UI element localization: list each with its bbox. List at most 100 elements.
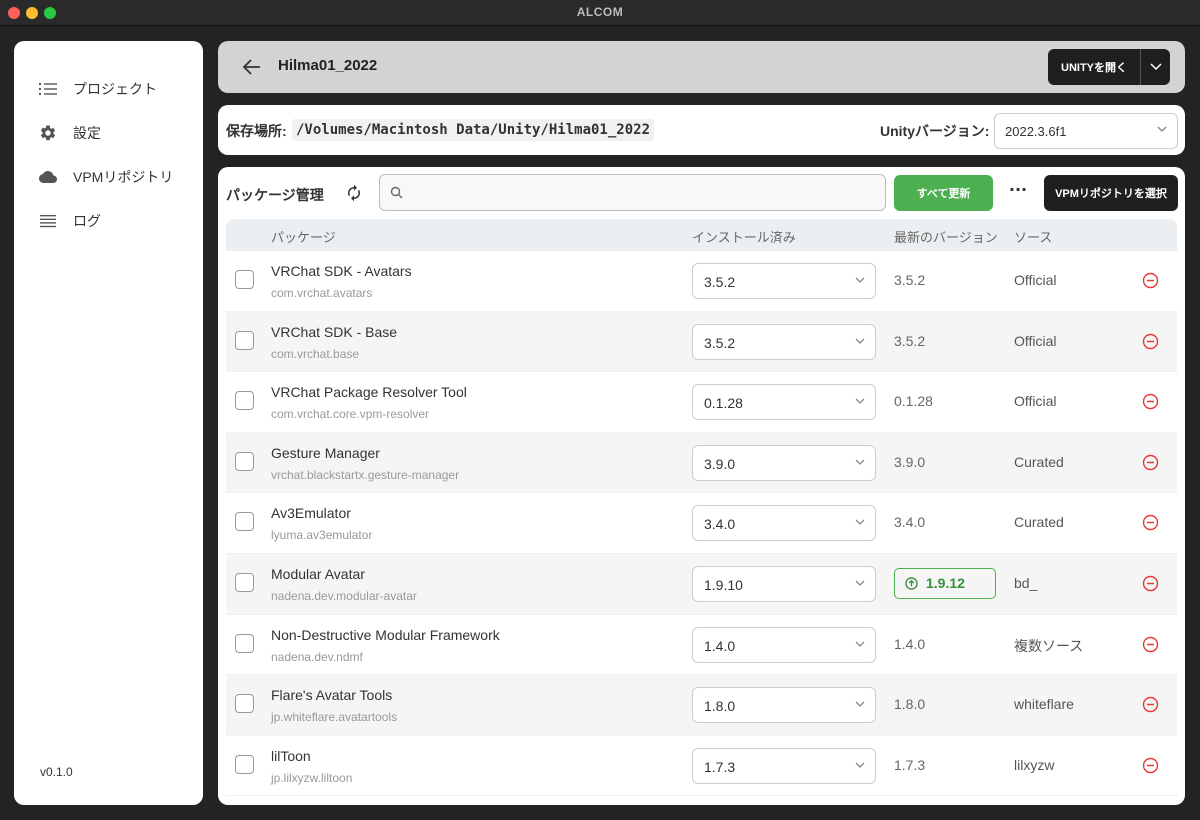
remove-package-button[interactable]: [1142, 696, 1159, 713]
package-source: Official: [1014, 393, 1057, 410]
installed-version: 3.4.0: [704, 516, 736, 533]
remove-circle-icon: [1142, 636, 1159, 652]
table-row: lilToon jp.lilxyzw.liltoon 1.7.3 1.7.3 lilxy…: [226, 736, 1177, 797]
sidebar-item-logs[interactable]: ログ: [38, 209, 101, 233]
package-source: Official: [1014, 272, 1057, 288]
package-id: com.vrchat.base: [271, 346, 360, 361]
open-unity-dropdown-button[interactable]: [1140, 49, 1170, 85]
remove-package-button[interactable]: [1142, 272, 1159, 289]
latest-version: 1.8.0: [894, 696, 926, 713]
chevron-down-icon: [855, 762, 865, 768]
select-vpm-repository-button[interactable]: VPMリポジトリを選択: [1044, 175, 1178, 211]
sidebar-item-label: 設定: [73, 125, 101, 141]
remove-circle-icon: [1142, 454, 1159, 470]
installed-version-select[interactable]: 3.4.0: [692, 505, 876, 542]
package-source: Official: [1014, 332, 1057, 349]
sidebar: プロジェクト 設定 VPMリポジトリ ログ v0.1.0: [14, 41, 203, 805]
sidebar-item-settings[interactable]: 設定: [38, 121, 101, 145]
package-checkbox[interactable]: [235, 391, 254, 411]
package-name: Non-Destructive Modular Framework: [271, 626, 500, 643]
package-id: com.vrchat.avatars: [271, 286, 373, 300]
gear-icon: [38, 123, 58, 143]
package-table: パッケージ インストール済み 最新のバージョン ソース VRChat SDK -…: [226, 219, 1177, 797]
app-content: プロジェクト 設定 VPMリポジトリ ログ v0.1.0 Hilma01_202…: [0, 26, 1200, 820]
unity-version-select[interactable]: 2022.3.6f1: [994, 113, 1178, 149]
remove-package-button[interactable]: [1142, 333, 1159, 350]
location-label: 保存場所:: [226, 123, 287, 139]
installed-version-select[interactable]: 1.4.0: [692, 626, 876, 663]
package-id: nadena.dev.modular-avatar: [271, 588, 417, 603]
remove-circle-icon: [1142, 333, 1159, 349]
package-checkbox[interactable]: [235, 633, 254, 653]
package-name: Av3Emulator: [271, 505, 351, 522]
installed-version-select[interactable]: 1.7.3: [692, 747, 876, 784]
table-row: Non-Destructive Modular Framework nadena.…: [226, 615, 1177, 676]
refresh-button[interactable]: [343, 182, 365, 204]
package-checkbox[interactable]: [235, 451, 254, 471]
table-row: Flare's Avatar Tools jp.whiteflare.avatar…: [226, 675, 1177, 736]
installed-version-select[interactable]: 1.8.0: [692, 687, 876, 724]
column-header-installed: インストール済み: [692, 230, 796, 245]
package-source: Curated: [1014, 514, 1064, 531]
installed-version: 1.7.3: [704, 758, 736, 775]
package-id: jp.whiteflare.avatartools: [271, 710, 398, 725]
table-header: パッケージ インストール済み 最新のバージョン ソース: [226, 219, 1177, 251]
package-checkbox[interactable]: [235, 512, 254, 532]
installed-version: 3.5.2: [704, 334, 736, 351]
remove-circle-icon: [1142, 515, 1159, 531]
package-checkbox[interactable]: [235, 694, 254, 714]
package-checkbox[interactable]: [235, 270, 254, 289]
remove-package-button[interactable]: [1142, 454, 1159, 471]
remove-package-button[interactable]: [1142, 575, 1159, 592]
latest-version: 1.7.3: [894, 756, 926, 773]
installed-version-select[interactable]: 3.5.2: [692, 263, 876, 299]
title-bar: ALCOM: [0, 0, 1200, 26]
latest-version: 0.1.28: [894, 393, 933, 410]
project-path: /Volumes/Macintosh Data/Unity/Hilma01_20…: [292, 119, 655, 141]
chevron-down-icon: [855, 338, 865, 344]
remove-package-button[interactable]: [1142, 393, 1159, 410]
sidebar-item-label: ログ: [73, 213, 101, 229]
latest-version: 3.5.2: [894, 332, 926, 349]
update-all-button[interactable]: すべて更新: [894, 175, 993, 211]
remove-package-button[interactable]: [1142, 757, 1159, 774]
remove-circle-icon: [1142, 393, 1159, 410]
table-row: VRChat SDK - Base com.vrchat.base 3.5.2 3.5…: [226, 311, 1177, 373]
package-id: com.vrchat.core.vpm-resolver: [271, 407, 430, 422]
remove-package-button[interactable]: [1142, 636, 1159, 653]
package-id: vrchat.blackstartx.gesture-manager: [271, 467, 460, 482]
search-input[interactable]: [379, 174, 886, 211]
table-row: Av3Emulator lyuma.av3emulator 3.4.0 3.4.0 Cu…: [226, 493, 1177, 554]
remove-package-button[interactable]: [1142, 514, 1159, 531]
package-source: lilxyzw: [1014, 756, 1055, 773]
installed-version-select[interactable]: 3.9.0: [692, 444, 876, 481]
column-header-source: ソース: [1014, 230, 1053, 245]
package-checkbox[interactable]: [235, 330, 254, 350]
sidebar-item-vpm-repositories[interactable]: VPMリポジトリ: [38, 165, 173, 189]
installed-version: 3.9.0: [704, 455, 736, 472]
package-checkbox[interactable]: [235, 754, 254, 774]
installed-version-select[interactable]: 0.1.28: [692, 384, 876, 421]
remove-circle-icon: [1142, 272, 1159, 289]
chevron-down-icon: [855, 580, 865, 586]
unity-version-value: 2022.3.6f1: [1005, 124, 1067, 139]
unity-version-label: Unityバージョン:: [880, 123, 990, 139]
more-options-button[interactable]: ···: [1006, 181, 1030, 205]
package-checkbox[interactable]: [235, 572, 254, 592]
table-row: Modular Avatar nadena.dev.modular-avatar 1…: [226, 553, 1177, 615]
sidebar-item-projects[interactable]: プロジェクト: [38, 77, 157, 101]
sidebar-item-label: プロジェクト: [73, 81, 157, 97]
open-unity-button[interactable]: UNITYを開く: [1048, 49, 1140, 85]
back-button[interactable]: [240, 55, 264, 79]
package-name: VRChat SDK - Avatars: [271, 263, 412, 279]
arrow-up-circle-icon: [905, 577, 918, 590]
installed-version-select[interactable]: 1.9.10: [692, 565, 876, 602]
column-header-package: パッケージ: [271, 230, 336, 245]
package-manager-panel: パッケージ管理 すべて更新 ··· VPMリポジトリを選択 パッケージ インスト…: [218, 167, 1185, 805]
upgrade-to-latest-button[interactable]: 1.9.12: [894, 567, 996, 599]
latest-version: 1.4.0: [894, 635, 926, 652]
chevron-down-icon: [855, 459, 865, 465]
installed-version-select[interactable]: 3.5.2: [692, 323, 876, 360]
search-icon: [390, 186, 403, 199]
project-header: Hilma01_2022 UNITYを開く: [218, 41, 1185, 93]
